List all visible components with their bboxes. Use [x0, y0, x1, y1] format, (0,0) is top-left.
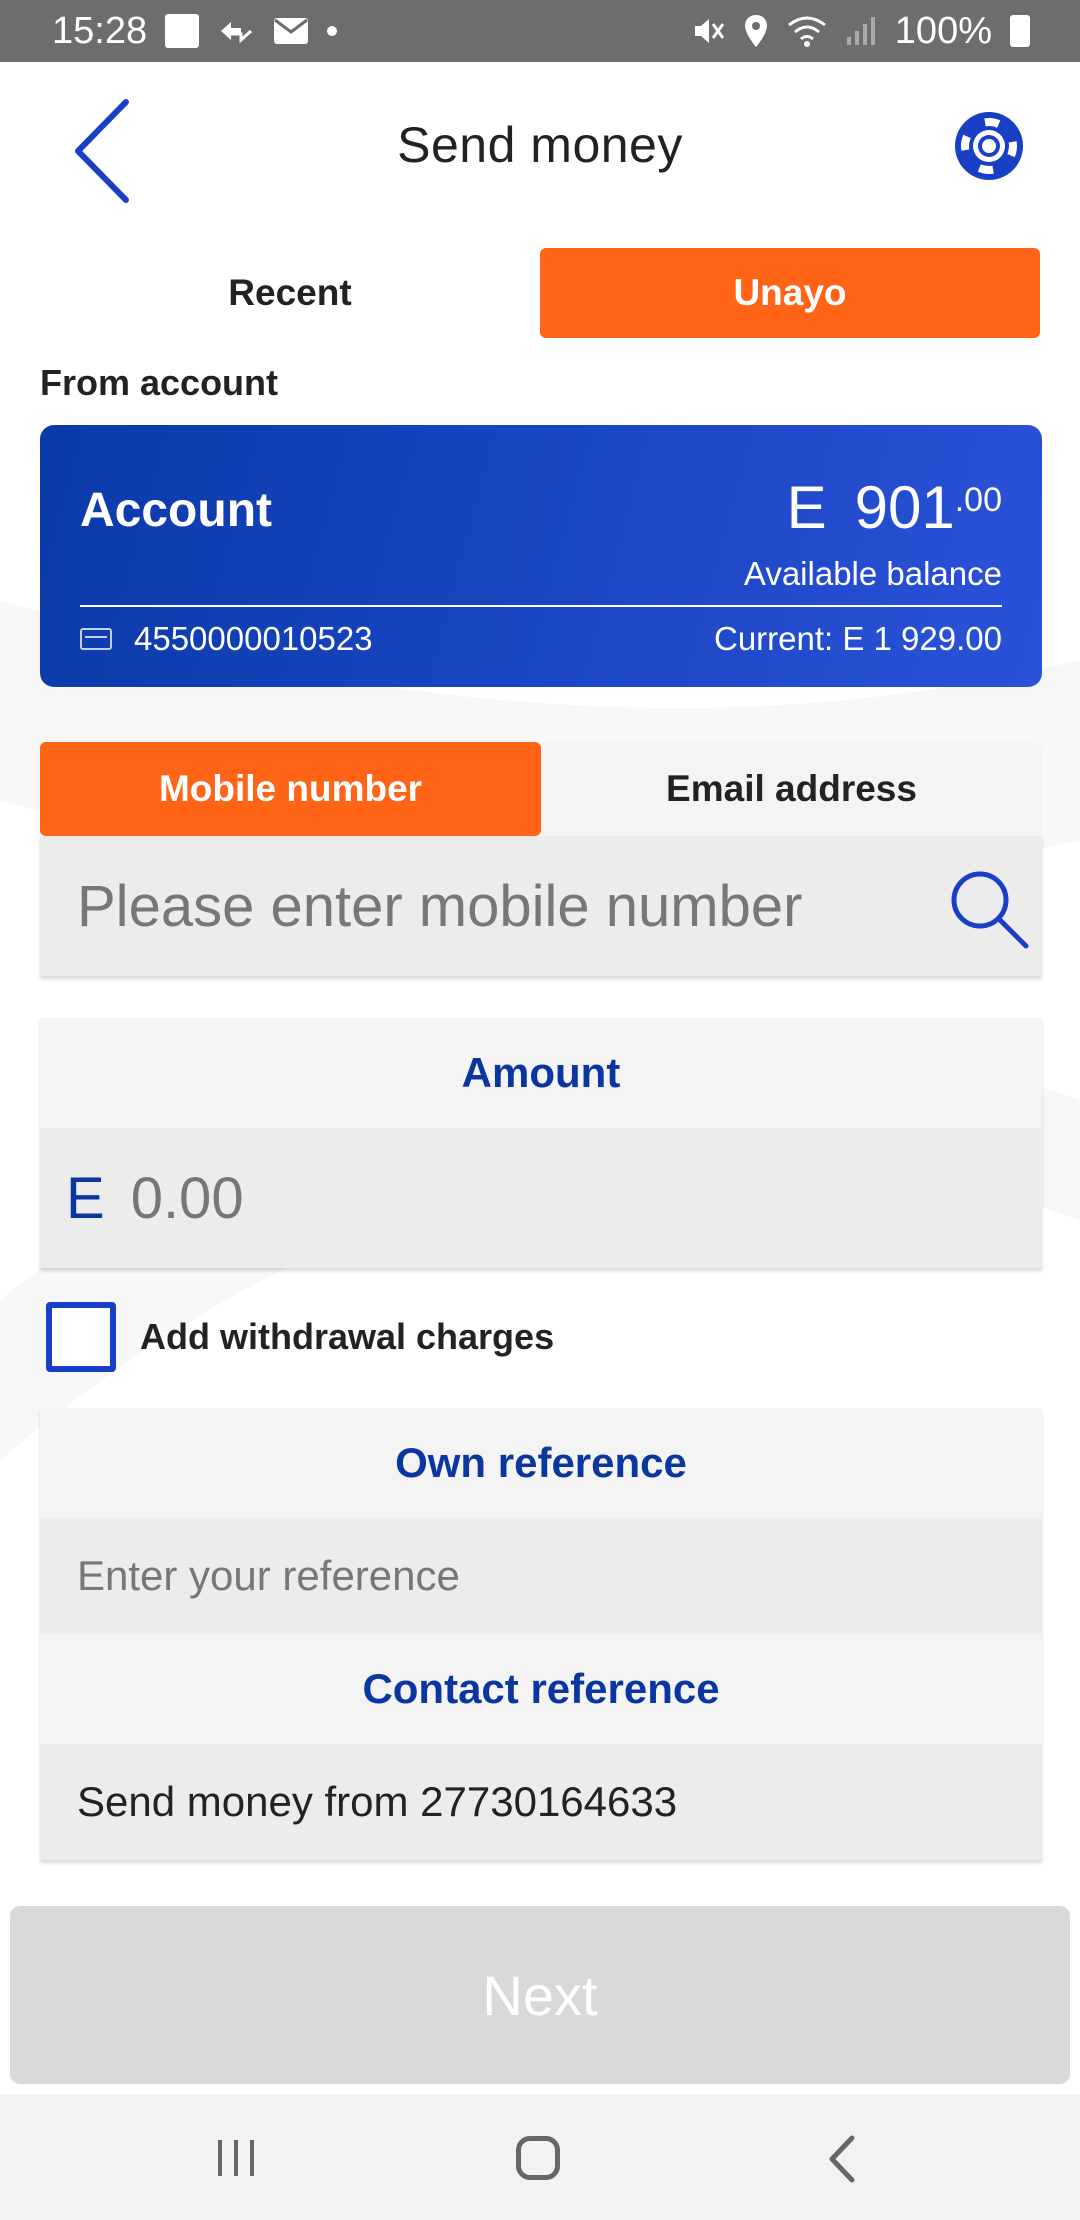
balance-cents: .00 [954, 481, 1002, 519]
current-balance: Current: E 1 929.00 [713, 620, 1002, 657]
account-number-row: 4550000010523 [80, 620, 373, 658]
battery-icon [1010, 15, 1030, 47]
own-reference-label: Own reference [40, 1408, 1042, 1518]
more-notifications-dot [327, 26, 338, 36]
card-icon [80, 628, 112, 650]
amount-input[interactable] [130, 1164, 931, 1232]
tab-mobile-number[interactable]: Mobile number [40, 742, 541, 836]
withdrawal-charges-checkbox[interactable] [46, 1302, 116, 1372]
page-title: Send money [397, 117, 683, 173]
withdrawal-charges-row: Add withdrawal charges [46, 1302, 554, 1372]
mobile-number-field [40, 836, 1042, 976]
balance-whole: 901 [854, 474, 955, 541]
account-number: 4550000010523 [134, 620, 373, 657]
status-time: 15:28 [52, 9, 148, 52]
status-bar: 15:28 100% [0, 0, 1080, 62]
recent-apps-icon[interactable] [216, 2140, 256, 2176]
search-icon[interactable] [944, 864, 1032, 952]
battery-percent: 100% [894, 9, 992, 52]
nav-back-icon[interactable] [822, 2134, 862, 2184]
account-name: Account [80, 484, 272, 537]
amount-label: Amount [40, 1018, 1042, 1128]
bank-app-notification-icon [165, 14, 200, 48]
send-type-toggle: Recent Unayo [40, 248, 1040, 338]
tab-unayo[interactable]: Unayo [540, 248, 1040, 338]
next-button[interactable]: Next [10, 1906, 1070, 2084]
header: Send money [0, 62, 1080, 232]
contact-reference-label: Contact reference [40, 1634, 1042, 1744]
amount-currency: E [66, 1165, 105, 1231]
home-icon[interactable] [516, 2136, 560, 2180]
withdrawal-charges-label: Add withdrawal charges [140, 1316, 555, 1357]
mobile-number-input[interactable] [77, 872, 937, 940]
mute-icon [691, 14, 725, 48]
sync-notification-icon [217, 16, 255, 46]
own-reference-field [40, 1518, 1042, 1634]
available-balance-label: Available balance [743, 555, 1002, 592]
own-reference-input[interactable] [77, 1552, 997, 1600]
account-balance: E 901 .00 [787, 473, 1002, 542]
system-nav-bar [0, 2094, 1080, 2220]
help-lifebuoy-icon[interactable] [952, 109, 1026, 183]
references-section: Own reference Contact reference [40, 1408, 1042, 1860]
from-account-label: From account [40, 362, 279, 403]
card-divider [80, 605, 1002, 607]
tab-email-address[interactable]: Email address [541, 742, 1042, 836]
balance-currency: E [786, 474, 827, 541]
mail-icon [273, 17, 309, 45]
location-icon [743, 14, 769, 48]
recipient-type-toggle: Mobile number Email address [40, 742, 1042, 836]
amount-field: E [40, 1128, 1042, 1268]
tab-recent[interactable]: Recent [40, 248, 540, 338]
contact-reference-field [40, 1744, 1042, 1860]
contact-reference-input[interactable] [77, 1778, 997, 1826]
wifi-icon [787, 15, 827, 47]
amount-section: Amount E [40, 1018, 1042, 1268]
account-card[interactable]: Account E 901 .00 Available balance 4550… [40, 425, 1042, 687]
signal-icon [845, 15, 877, 47]
